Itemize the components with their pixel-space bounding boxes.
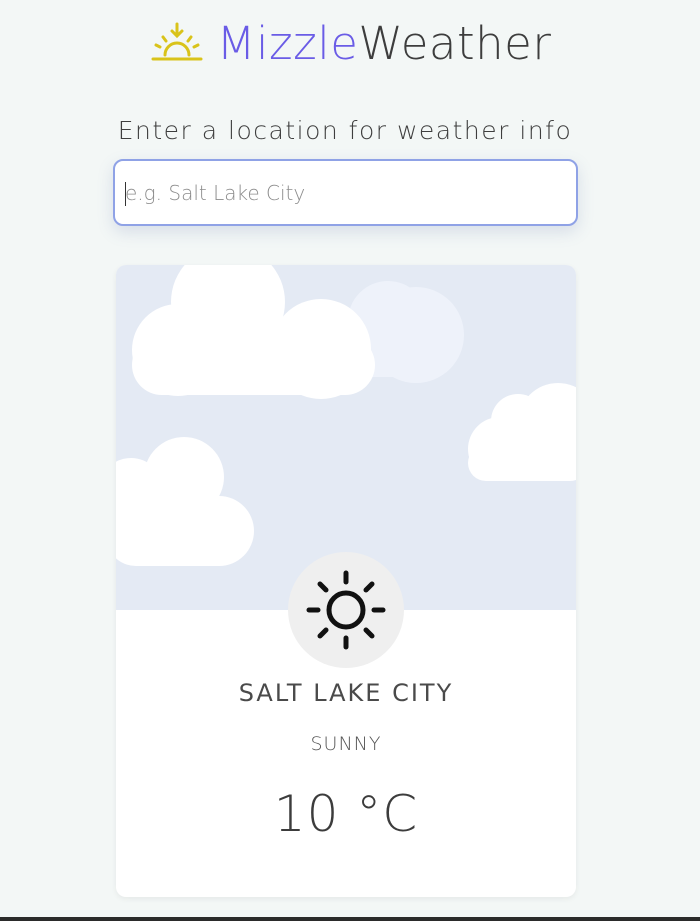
- sunrise-icon: [151, 22, 203, 61]
- weather-icon-badge: [288, 552, 404, 668]
- app-page: MizzleWeather Enter a location for weath…: [0, 0, 700, 921]
- sun-icon: [306, 570, 386, 650]
- temperature: 10 °C: [273, 785, 419, 843]
- search-prompt: Enter a location for weather info: [117, 116, 573, 145]
- brand-name-part1: Mizzle: [216, 16, 359, 70]
- app-logo: MizzleWeather: [0, 12, 700, 74]
- bottom-edge-bar: [0, 917, 700, 921]
- location-search-input[interactable]: [115, 161, 576, 224]
- text-caret: [125, 182, 126, 206]
- weather-condition: SUNNY: [310, 733, 382, 755]
- brand-name-part2: Weather: [358, 16, 552, 70]
- brand-name: MizzleWeather: [217, 21, 552, 66]
- city-name: SALT LAKE CITY: [238, 679, 454, 707]
- location-search-box[interactable]: [113, 159, 578, 226]
- weather-card: SALT LAKE CITY SUNNY 10 °C: [116, 265, 576, 897]
